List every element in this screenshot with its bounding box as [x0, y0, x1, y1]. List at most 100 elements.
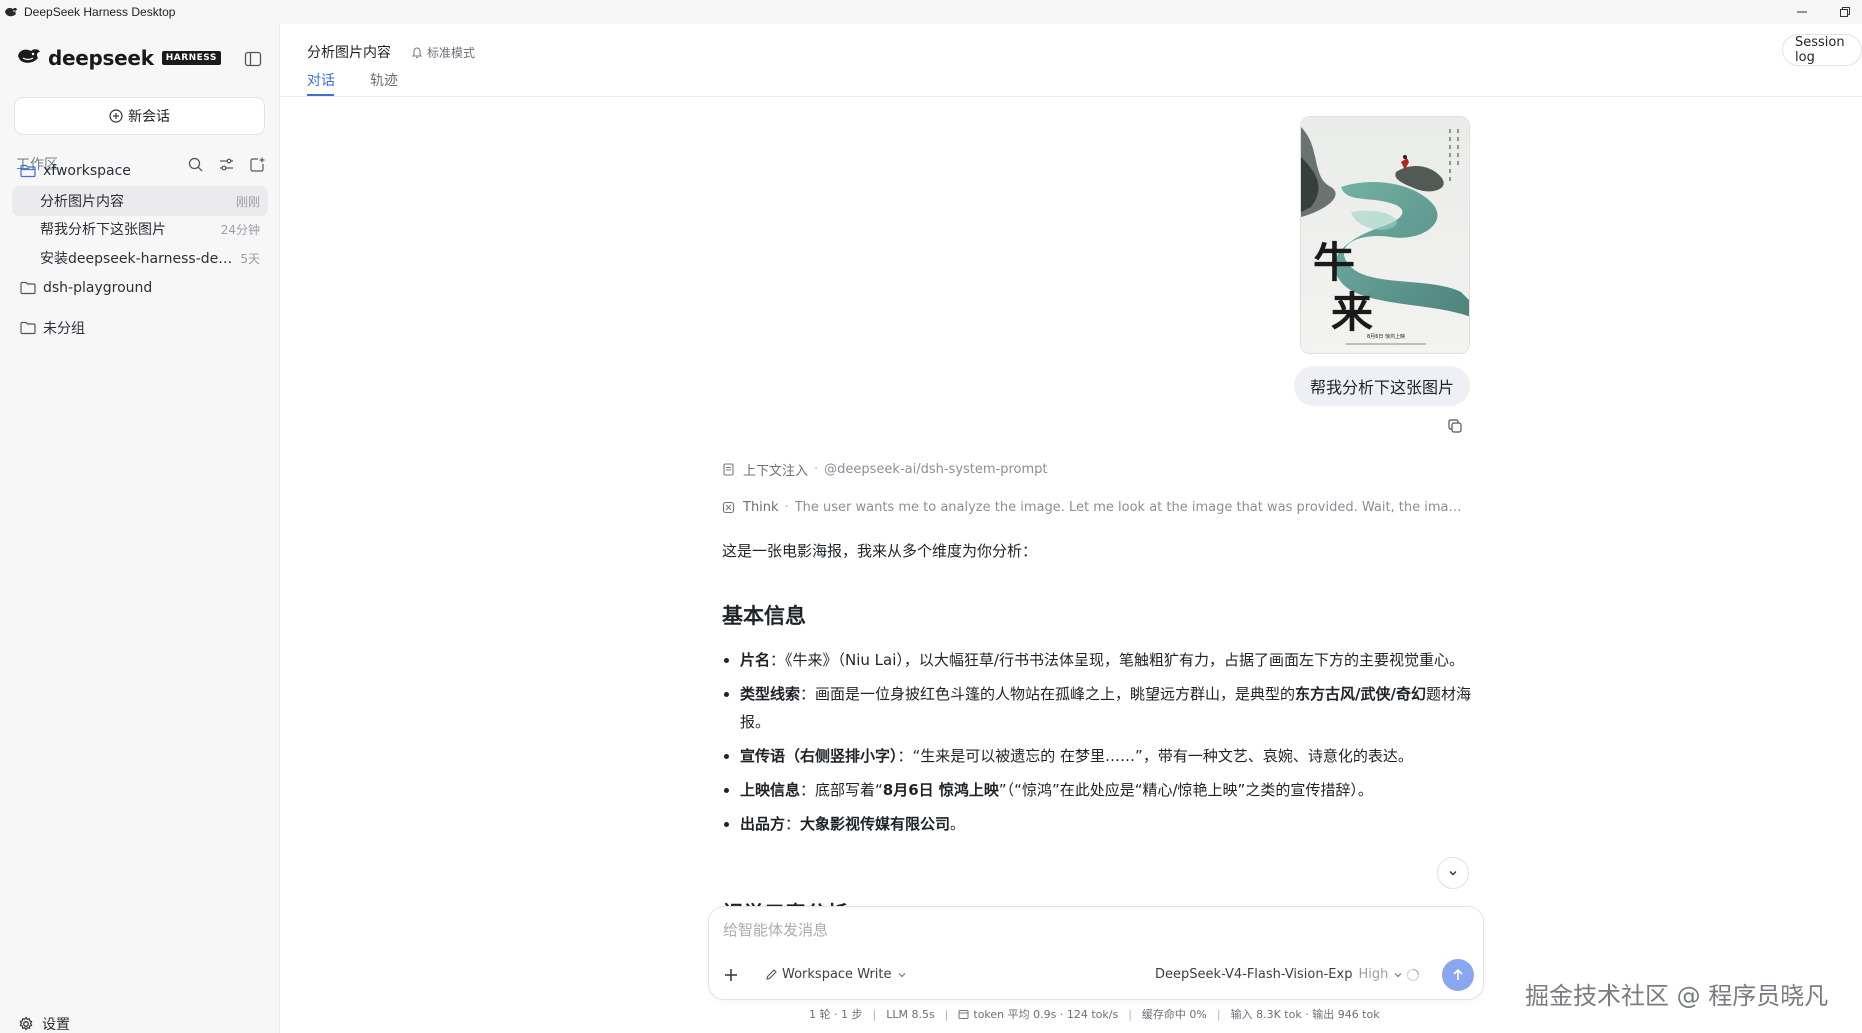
bullet-label: 片名 — [740, 651, 771, 669]
mode-label: 标准模式 — [427, 46, 476, 60]
effort-level: High — [1358, 967, 1389, 982]
model-select[interactable]: DeepSeek-V4-Flash-Vision-Exp High — [1155, 967, 1403, 982]
user-message-bubble: 帮我分析下这张图片 — [1294, 366, 1470, 406]
mode-bell-icon — [412, 46, 422, 58]
scroll-to-bottom-button[interactable] — [1437, 857, 1469, 889]
bullet-text: ：底部写着“ — [800, 781, 883, 799]
message-input[interactable] — [723, 921, 1463, 939]
active-tab-indicator — [307, 94, 334, 96]
chevron-down-icon — [898, 972, 905, 977]
copy-icon[interactable] — [1447, 418, 1463, 434]
bullet-item: 类型线索：画面是一位身披红色斗篷的人物站在孤峰之上，眺望远方群山，是典型的东方古… — [722, 680, 1472, 736]
send-button[interactable] — [1442, 959, 1474, 991]
bullet-item: 宣传语（右侧竖排小字）：“生来是可以被遗忘的 在梦里……”，带有一种文艺、哀婉、… — [722, 742, 1472, 770]
bullet-label: 上映信息 — [740, 781, 801, 799]
folder-xfworkspace[interactable]: xfworkspace — [20, 163, 131, 179]
message-composer: Workspace Write DeepSeek-V4-Flash-Vision… — [708, 906, 1484, 1000]
context-injection-line[interactable]: 上下文注入 · @deepseek-ai/dsh-system-prompt — [722, 460, 1048, 479]
conversation-time: 24分钟 — [220, 222, 260, 237]
folder-name: 未分组 — [43, 321, 85, 337]
new-folder-icon[interactable] — [248, 155, 266, 173]
pen-icon — [766, 969, 777, 980]
context-label: 上下文注入 — [743, 464, 809, 479]
poster-title-char: 来 — [1331, 288, 1373, 337]
search-icon[interactable] — [186, 155, 204, 173]
app-whale-icon — [4, 5, 18, 19]
folder-icon — [20, 281, 36, 295]
answer-heading: 基本信息 — [722, 604, 806, 628]
brain-icon — [722, 501, 735, 514]
separator: | — [1128, 1007, 1132, 1021]
filter-sliders-icon[interactable] — [217, 155, 235, 173]
folder-open-icon — [20, 164, 36, 178]
folder-name: xfworkspace — [43, 163, 131, 179]
bullet-text: ：“生来是可以被遗忘的 在梦里……”，带有一种文艺、哀婉、诗意化的表达。 — [897, 747, 1413, 765]
separator-dot: · — [784, 500, 789, 515]
tab-chat[interactable]: 对话 — [307, 70, 335, 90]
conversation-header: 分析图片内容 标准模式 对话 轨迹 Session log — [281, 24, 1862, 97]
status-turns: 1 轮 · 1 步 — [809, 1008, 863, 1021]
gear-icon — [19, 1016, 33, 1031]
conversation-title: 分析图片内容 — [307, 45, 391, 61]
bullet-text: ：画面是一位身披红色斗篷的人物站在孤峰之上，眺望远方群山，是典型的 — [800, 685, 1296, 703]
bullet-text: ： — [785, 815, 801, 833]
conversation-time: 5天 — [240, 251, 260, 266]
sidebar: deepseek HARNESS 新会话 工作区 xfworkspace 分析图… — [0, 24, 280, 1033]
bullet-label: 宣传语（右侧竖排小字） — [740, 747, 898, 765]
separator: | — [944, 1007, 949, 1021]
status-bar: 1 轮 · 1 步 | LLM 8.5s | token 平均 0.9s · 1… — [809, 1006, 1380, 1022]
bullet-item: 片名：《牛来》（Niu Lai），以大幅狂草/行书书法体呈现，笔触粗犷有力，占据… — [722, 646, 1472, 674]
conversation-time: 刚刚 — [235, 194, 260, 209]
bullet-emphasis: 东方古风/武侠/奇幻 — [1295, 685, 1426, 703]
plus-icon — [725, 969, 737, 981]
separator-dot: · — [814, 462, 819, 477]
status-cache: 缓存命中 0% — [1141, 1008, 1207, 1021]
bullet-label: 类型线索 — [740, 685, 801, 703]
session-log-button[interactable]: Session log — [1782, 34, 1862, 66]
think-line[interactable]: Think · The user wants me to analyze the… — [722, 500, 1465, 515]
brand: deepseek HARNESS — [16, 46, 221, 70]
think-label: Think — [743, 500, 779, 515]
assistant-answer: 这是一张电影海报，我来从多个维度为你分析： 基本信息 片名：《牛来》（Niu L… — [722, 540, 1472, 908]
mode-indicator[interactable]: 标准模式 — [411, 44, 475, 61]
title-bar: DeepSeek Harness Desktop — [0, 0, 1862, 24]
minimize-button[interactable] — [1785, 0, 1819, 24]
folder-ungrouped[interactable]: 未分组 — [20, 318, 85, 338]
brand-badge: HARNESS — [161, 51, 221, 65]
conversation-item-active[interactable]: 分析图片内容 刚刚 — [12, 186, 268, 216]
bullet-label: 出品方 — [740, 815, 786, 833]
restore-button[interactable] — [1828, 0, 1862, 24]
folder-dsh-playground[interactable]: dsh-playground — [20, 280, 152, 296]
bullet-item: 上映信息：底部写着“8月6日 惊鸿上映”（“惊鸿”在此处应是“精心/惊艳上映”之… — [722, 776, 1472, 804]
folder-name: dsh-playground — [43, 280, 153, 296]
plus-circle-icon — [109, 109, 123, 123]
add-attachment-button[interactable] — [719, 963, 743, 987]
conversation-name: 帮我分析下这张图片 — [40, 222, 166, 238]
conversation-item[interactable]: 安装deepseek-harness-deskt... 5天 — [12, 243, 268, 273]
conversation-name: 安装deepseek-harness-deskt... — [40, 251, 233, 267]
conversation-name: 分析图片内容 — [40, 194, 124, 210]
workspace-mode-select[interactable]: Workspace Write — [765, 967, 907, 982]
think-text: The user wants me to analyze the image. … — [794, 500, 1465, 515]
bullet-emphasis: 大象影视传媒有限公司 — [800, 815, 951, 833]
sidebar-toggle-icon[interactable] — [244, 50, 262, 68]
conversation-item[interactable]: 帮我分析下这张图片 24分钟 — [12, 214, 268, 244]
bullet-text: ”（“惊鸿”在此处应是“精心/惊艳上映”之类的宣传措辞）。 — [998, 781, 1373, 799]
bullet-item: 出品方：大象影视传媒有限公司。 — [722, 810, 1472, 838]
brand-name: deepseek — [48, 46, 154, 70]
uploaded-poster-image[interactable]: 牛 来 8月6日 惊鸿上映 — [1300, 116, 1470, 354]
bullet-emphasis: 8月6日 惊鸿上映 — [882, 781, 999, 799]
settings-label: 设置 — [42, 1017, 70, 1033]
settings-button[interactable]: 设置 — [18, 1014, 70, 1033]
folder-icon — [20, 321, 36, 335]
model-name: DeepSeek-V4-Flash-Vision-Exp — [1155, 967, 1353, 982]
workspace-mode-label: Workspace Write — [782, 967, 892, 982]
token-icon — [958, 1009, 969, 1019]
tab-trace[interactable]: 轨迹 — [370, 70, 398, 90]
context-value: @deepseek-ai/dsh-system-prompt — [824, 462, 1048, 477]
new-chat-button[interactable]: 新会话 — [14, 97, 265, 135]
answer-intro: 这是一张电影海报，我来从多个维度为你分析： — [722, 542, 1038, 560]
deepseek-whale-icon — [16, 46, 42, 70]
poster-release-text: 8月6日 惊鸿上映 — [1367, 333, 1405, 340]
answer-bullets: 片名：《牛来》（Niu Lai），以大幅狂草/行书书法体呈现，笔触粗犷有力，占据… — [722, 646, 1472, 844]
